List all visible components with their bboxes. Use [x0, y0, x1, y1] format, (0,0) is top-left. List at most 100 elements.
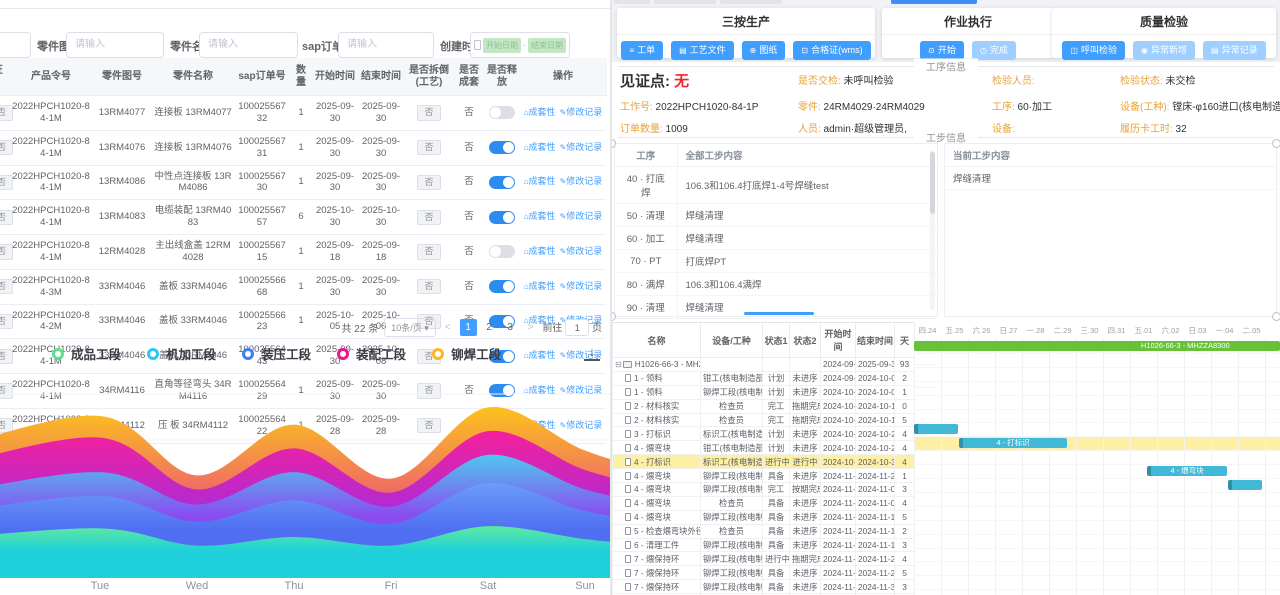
step-row[interactable]: 90 · 清理焊缝清理 [615, 296, 937, 319]
gantt-row[interactable]: 4 - 煨弯块铆焊工段(核电制造部)具备未进序2024-11-092024-11… [613, 510, 915, 524]
gantt-bar[interactable]: H1026-66-3 - MHZZA8300 [914, 341, 1280, 351]
x-axis-label: Sun [575, 580, 595, 592]
modify-record-link[interactable]: ✎修改记录 [560, 211, 603, 221]
collapse-icon[interactable]: ⊟ [615, 360, 622, 369]
button-icon: ◷ [980, 46, 987, 55]
gantt-row[interactable]: 4 - 煨弯块铆焊工段(核电制造部)具备未进序2024-11-282024-11… [613, 469, 915, 483]
gantt-bar[interactable]: 4 - 煨弯块 [1147, 466, 1227, 476]
gantt-row[interactable]: 1 - 领料铆焊工段(核电制造部)计划未进序2024-10-042024-10-… [613, 385, 915, 399]
date-start-input[interactable]: 开始日期 [483, 38, 521, 53]
step-op: 70 · PT [615, 250, 677, 273]
resize-handle[interactable] [1272, 312, 1280, 321]
gantt-bar[interactable] [914, 424, 958, 434]
set-check-link[interactable]: ⌂成套性 [524, 281, 556, 291]
gantt-row[interactable]: 4 - 煨弯块钳工(核电制造部)计划未进序2024-10-222024-10-2… [613, 441, 915, 455]
table-row[interactable]: 否2022HPCH1020-84-1M13RM4086中性点连接板 13RM40… [0, 165, 606, 200]
table-row[interactable]: 否2022HPCH1020-84-1M13RM4083电缆装配 13RM4083… [0, 200, 606, 235]
button-异常记录[interactable]: ▤异常记录 [1203, 41, 1266, 60]
page-number[interactable]: 1 [460, 319, 477, 336]
button-工艺文件[interactable]: ▤工艺文件 [671, 41, 734, 60]
legend-item[interactable]: 装压工段 [242, 344, 311, 363]
modify-record-link[interactable]: ✎修改记录 [560, 176, 603, 186]
set-check-link[interactable]: ⌂成套性 [524, 211, 556, 221]
gantt-bar[interactable]: 4 - 打标识 [959, 438, 1067, 448]
tab-stub[interactable] [654, 0, 716, 4]
set-check-link[interactable]: ⌂成套性 [524, 176, 556, 186]
gantt-name-cell: 3 - 打标识 [613, 427, 701, 441]
release-toggle[interactable] [489, 141, 515, 154]
legend-item[interactable]: 铆焊工段 [432, 344, 501, 363]
step-row[interactable]: 40 · 打底焊106.3和106.4打底焊1-4号焊缝test [615, 167, 937, 204]
table-row[interactable]: 否2022HPCH1020-84-1M12RM4028主出线盒盖 12RM402… [0, 235, 606, 270]
steps-scrollbar[interactable] [930, 150, 935, 310]
step-row[interactable]: 50 · 清理焊缝清理 [615, 204, 937, 227]
gantt-row[interactable]: 1 - 领料钳工(核电制造部)计划未进序2024-09-292024-10-01… [613, 371, 915, 385]
button-开始[interactable]: ⊙开始 [920, 41, 964, 60]
gantt-rowline [914, 381, 1280, 382]
tab-stub[interactable] [720, 0, 782, 4]
release-toggle[interactable] [489, 211, 515, 224]
legend-item[interactable]: 机加工段 [147, 344, 216, 363]
gantt-row[interactable]: 2 - 材料核实检查员完工拖期完成2024-10-182024-10-190 [613, 399, 915, 413]
page-number[interactable]: 3 [502, 319, 519, 336]
step-op: 50 · 清理 [615, 204, 677, 227]
gantt-row[interactable]: 2 - 材料核实检查员完工拖期完成2024-10-092024-10-145 [613, 413, 915, 427]
steps-hscrollbar[interactable] [744, 312, 814, 315]
step-row[interactable]: 70 · PT打底焊PT [615, 250, 937, 273]
step-row[interactable]: 80 · 满焊106.3和106.4满焊 [615, 273, 937, 296]
resize-handle[interactable] [1272, 139, 1280, 148]
gantt-row[interactable]: 5 - 检查煨弯块外径检查员具备未进序2024-11-142024-11-162 [613, 524, 915, 538]
button-呼叫检验[interactable]: ◫呼叫检验 [1062, 41, 1125, 60]
button-图纸[interactable]: ⊕图纸 [742, 41, 786, 60]
gantt-row[interactable]: ⊟H1026-66-3 - MHZZA83002024-09-182025-09… [613, 358, 915, 372]
next-page-button[interactable]: > [525, 322, 537, 333]
set-check-link[interactable]: ⌂成套性 [524, 142, 556, 152]
clipped-filter-input[interactable] [0, 32, 31, 58]
set-check-link[interactable]: ⌂成套性 [524, 350, 556, 360]
release-toggle[interactable] [489, 176, 515, 189]
download-icon[interactable]: ↓ [584, 345, 600, 361]
prev-page-button[interactable]: < [442, 322, 454, 333]
table-row[interactable]: 否2022HPCH1020-84-1M13RM4076连接板 13RM40761… [0, 130, 606, 165]
set-check-link[interactable]: ⌂成套性 [524, 246, 556, 256]
button-工单[interactable]: ≡工单 [621, 41, 663, 60]
gantt-row[interactable]: 4 - 打标识标识工(核电制造部)进行中进行中2024-10-262024-10… [613, 455, 915, 469]
legend-item[interactable]: 装配工段 [337, 344, 406, 363]
modify-record-link[interactable]: ✎修改记录 [560, 281, 603, 291]
gantt-row[interactable]: 3 - 打标识标识工(核电制造部)计划未进序2024-10-182024-10-… [613, 427, 915, 441]
set-check-link[interactable]: ⌂成套性 [524, 107, 556, 117]
gantt-row[interactable]: 4 - 煨弯块检查员具备未进序2024-11-052024-11-094 [613, 496, 915, 510]
release-toggle[interactable] [489, 106, 515, 119]
gantt-row[interactable]: 4 - 煨弯块铆焊工段(核电制造部)完工按期完成2024-11-022024-1… [613, 483, 915, 497]
info-field: 检验人员: [992, 72, 1035, 87]
gantt-row[interactable]: 7 - 煨保持环铆焊工段(核电制造部)进行中拖期完成2024-11-192024… [613, 552, 915, 566]
filter-input[interactable]: 请输入 [338, 32, 434, 58]
modify-record-link[interactable]: ✎修改记录 [560, 246, 603, 256]
table-row[interactable]: 否2022HPCH1020-84-3M33RM4046盖板 33RM404610… [0, 269, 606, 304]
page-size-select[interactable]: 10条/页 ▾ [384, 318, 436, 337]
step-row[interactable]: 60 · 加工焊缝清理 [615, 227, 937, 250]
button-合格证(wms)[interactable]: ⊡合格证(wms) [793, 41, 870, 60]
modify-record-link[interactable]: ✎修改记录 [560, 142, 603, 152]
page-number[interactable]: 2 [481, 319, 498, 336]
release-toggle[interactable] [489, 245, 515, 258]
filter-input[interactable]: 请输入 [199, 32, 298, 58]
gantt-row[interactable]: 6 - 清理工件铆焊工段(核电制造部)具备未进序2024-11-162024-1… [613, 538, 915, 552]
create-time-range-picker[interactable]: 开始日期 - 结束日期 [470, 32, 570, 58]
release-toggle[interactable] [489, 280, 515, 293]
tab-stub-active[interactable] [891, 0, 977, 4]
tab-stub[interactable] [614, 0, 650, 4]
cell: 33RM4046 [92, 269, 152, 304]
modify-record-link[interactable]: ✎修改记录 [560, 107, 603, 117]
gantt-row[interactable]: 7 - 煨保持环铆焊工段(核电制造部)具备未进序2024-11-272024-1… [613, 580, 915, 594]
button-异常新增[interactable]: ◉异常新增 [1133, 41, 1195, 60]
button-完成[interactable]: ◷完成 [972, 41, 1016, 60]
date-end-input[interactable]: 结束日期 [528, 38, 566, 53]
filter-input[interactable]: 请输入 [66, 32, 164, 58]
goto-page-input[interactable] [565, 319, 589, 336]
legend-item[interactable]: 成品工段 [52, 344, 121, 363]
set-cell: 否 [454, 165, 484, 200]
gantt-row[interactable]: 7 - 煨保持环铆焊工段(核电制造部)具备未进序2024-11-222024-1… [613, 566, 915, 580]
gantt-bar[interactable] [1228, 480, 1262, 490]
table-row[interactable]: 否2022HPCH1020-84-1M13RM4077连接板 13RM40771… [0, 96, 606, 131]
